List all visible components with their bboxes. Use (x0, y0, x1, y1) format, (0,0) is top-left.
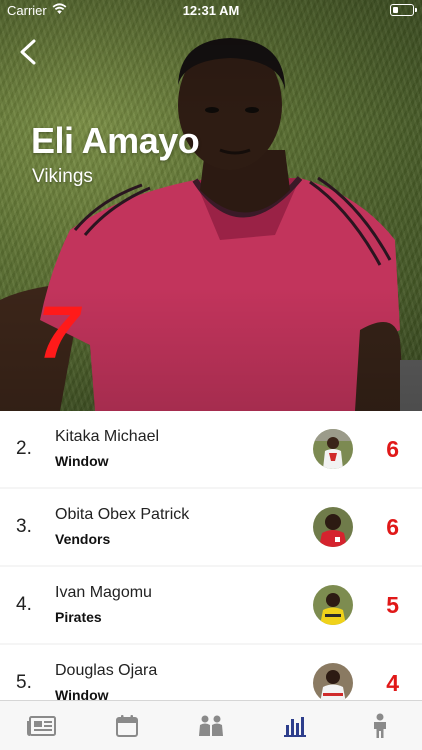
rank-score: 6 (386, 514, 399, 540)
rank-number: 2. (16, 438, 32, 459)
avatar (313, 585, 353, 625)
status-bar: Carrier 12:31 AM (0, 0, 422, 22)
rank-team-name: Pirates (55, 609, 102, 625)
tab-news[interactable] (0, 701, 84, 750)
rank-score: 6 (386, 436, 399, 462)
rank-number: 4. (16, 594, 32, 615)
chevron-left-icon (20, 39, 36, 65)
status-time: 12:31 AM (182, 3, 240, 18)
rank-number: 3. (16, 516, 32, 537)
tab-bar (0, 700, 422, 750)
rank-player-name: Douglas Ojara (55, 662, 158, 679)
calendar-icon (115, 714, 138, 737)
rank-score: 4 (386, 670, 399, 696)
battery-icon (390, 4, 417, 16)
player-name: Eli Amayo (31, 120, 200, 161)
rank-score: 5 (386, 592, 399, 618)
rank-team-name: Vendors (55, 531, 111, 547)
tab-teams[interactable] (169, 701, 253, 750)
tab-schedule[interactable] (84, 701, 168, 750)
list-item[interactable]: 5. Douglas Ojara Window 4 (0, 645, 422, 700)
rank-team-name: Window (55, 687, 109, 700)
list-item[interactable]: 2. Kitaka Michael Window 6 (0, 411, 422, 487)
ranking-list[interactable]: 2. Kitaka Michael Window 6 3. Obita Obex… (0, 411, 422, 700)
bar-chart-icon (284, 716, 307, 737)
player-score: 7 (38, 291, 80, 374)
player-team: Vikings (32, 166, 93, 187)
rank-player-name: Kitaka Michael (55, 428, 160, 445)
list-item[interactable]: 4. Ivan Magomu Pirates 5 (0, 567, 422, 643)
back-button[interactable] (14, 36, 44, 68)
team-icon (199, 715, 224, 736)
avatar (313, 507, 353, 547)
person-icon (373, 713, 386, 738)
tab-profile[interactable] (338, 701, 422, 750)
rank-number: 5. (16, 672, 32, 693)
avatar (313, 663, 353, 700)
newspaper-icon (27, 715, 57, 736)
list-item[interactable]: 3. Obita Obex Patrick Vendors 6 (0, 489, 422, 565)
avatar (313, 429, 353, 469)
rank-player-name: Obita Obex Patrick (55, 506, 190, 523)
player-hero: Carrier 12:31 AM Eli Amayo Vikings 7 (0, 0, 422, 411)
tab-stats[interactable] (253, 701, 337, 750)
rank-player-name: Ivan Magomu (55, 584, 152, 601)
rank-team-name: Window (55, 453, 109, 469)
